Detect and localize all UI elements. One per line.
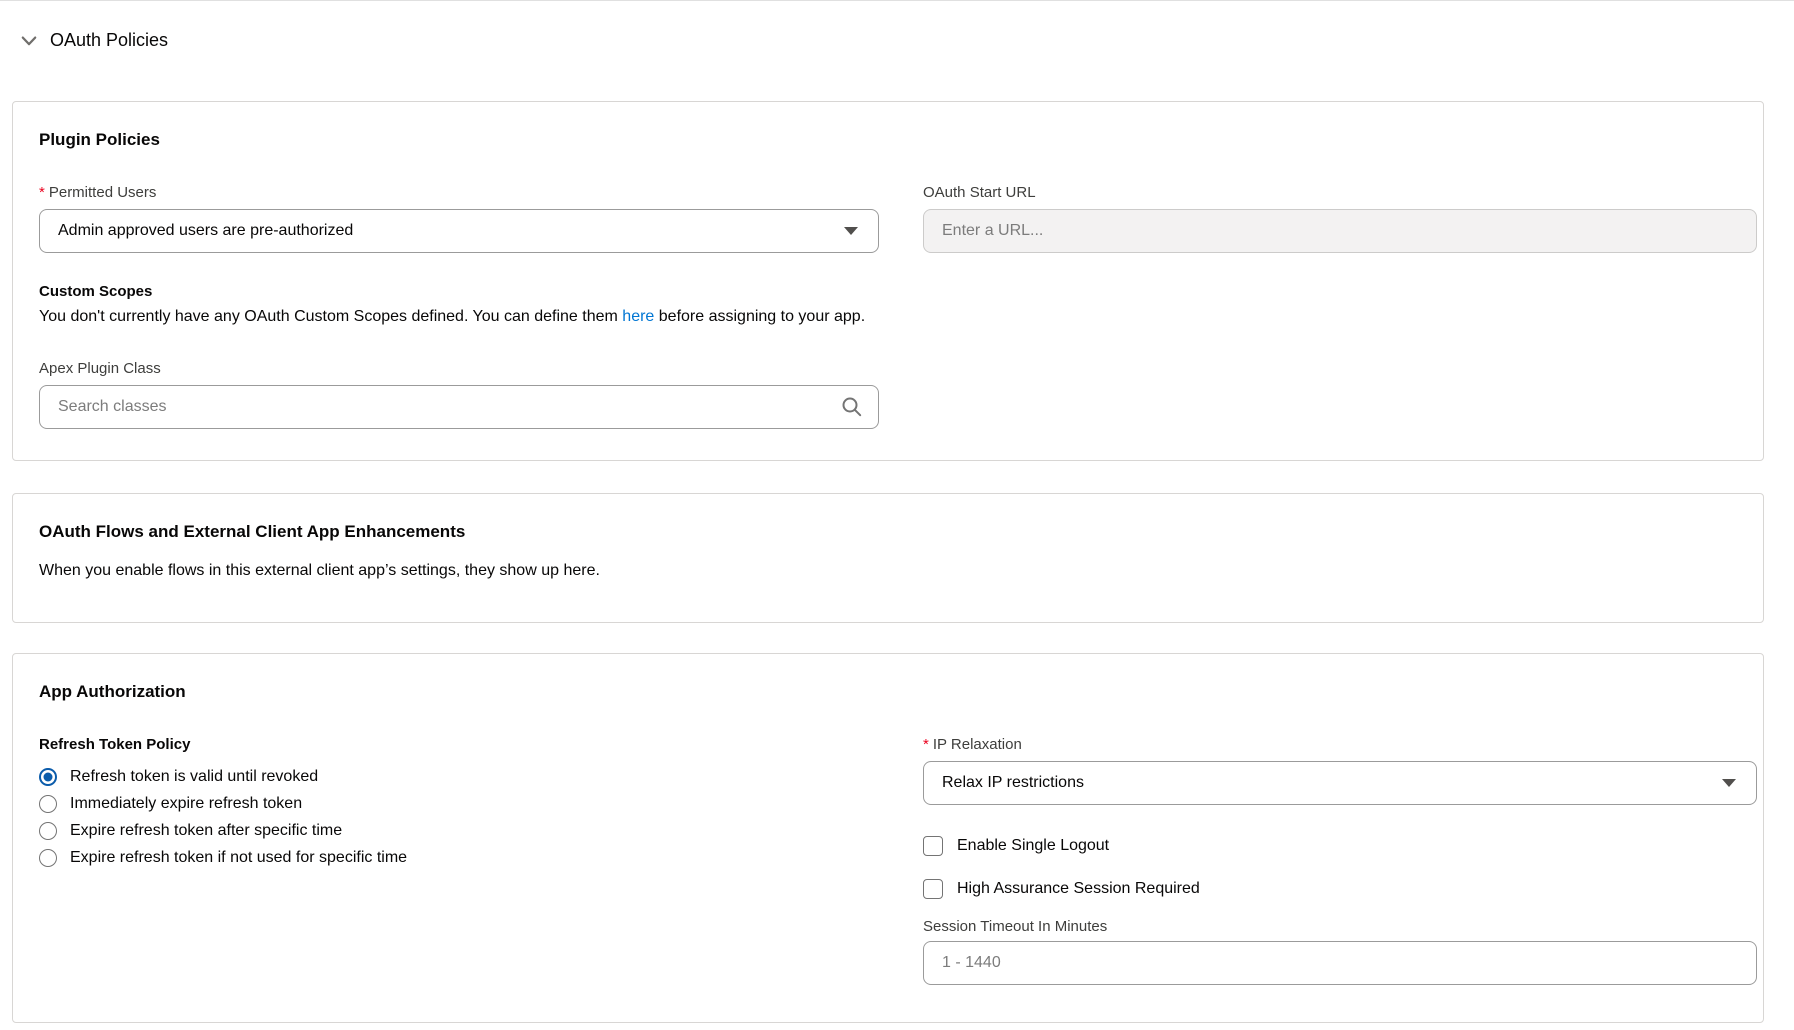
session-timeout-input[interactable] <box>923 941 1757 985</box>
plugin-policies-card: Plugin Policies *Permitted Users Admin a… <box>12 101 1764 461</box>
required-asterisk: * <box>923 736 929 753</box>
radio-selected-icon[interactable] <box>39 768 57 786</box>
ip-relaxation-select[interactable]: Relax IP restrictions <box>923 761 1757 805</box>
apex-plugin-class-label: Apex Plugin Class <box>39 360 879 377</box>
ip-relaxation-label: *IP Relaxation <box>923 736 1757 753</box>
enable-single-logout-option[interactable]: Enable Single Logout <box>923 832 1757 860</box>
apex-plugin-class-search-input[interactable] <box>39 385 879 429</box>
search-icon <box>841 396 863 418</box>
custom-scopes-heading: Custom Scopes <box>39 283 1757 300</box>
dropdown-caret-icon <box>1722 779 1736 787</box>
custom-scopes-text: You don't currently have any OAuth Custo… <box>39 308 1757 326</box>
oauth-start-url-label: OAuth Start URL <box>923 184 1757 201</box>
chevron-down-icon <box>20 32 38 50</box>
refresh-token-policy-label: Refresh Token Policy <box>39 736 879 753</box>
radio-option-immediately-expire[interactable]: Immediately expire refresh token <box>39 790 879 817</box>
permitted-users-label: *Permitted Users <box>39 184 879 201</box>
oauth-flows-heading: OAuth Flows and External Client App Enha… <box>39 522 1737 542</box>
custom-scopes-here-link[interactable]: here <box>622 308 654 325</box>
radio-option-expire-after-time[interactable]: Expire refresh token after specific time <box>39 817 879 844</box>
section-title: OAuth Policies <box>50 30 168 51</box>
ip-relaxation-value: Relax IP restrictions <box>942 774 1084 792</box>
oauth-start-url-input <box>923 209 1757 253</box>
session-timeout-label: Session Timeout In Minutes <box>923 918 1757 935</box>
high-assurance-session-option[interactable]: High Assurance Session Required <box>923 875 1757 903</box>
radio-unselected-icon[interactable] <box>39 822 57 840</box>
top-divider <box>0 0 1794 1</box>
radio-unselected-icon[interactable] <box>39 795 57 813</box>
app-authorization-card: App Authorization Refresh Token Policy R… <box>12 653 1764 1023</box>
refresh-token-policy-radio-group: Refresh token is valid until revoked Imm… <box>39 763 879 871</box>
app-authorization-heading: App Authorization <box>39 682 1757 702</box>
radio-unselected-icon[interactable] <box>39 849 57 867</box>
radio-option-expire-if-not-used[interactable]: Expire refresh token if not used for spe… <box>39 844 879 871</box>
oauth-flows-description: When you enable flows in this external c… <box>39 562 1737 580</box>
permitted-users-select[interactable]: Admin approved users are pre-authorized <box>39 209 879 253</box>
required-asterisk: * <box>39 184 45 201</box>
checkbox-unchecked-icon[interactable] <box>923 879 943 899</box>
oauth-policies-section-toggle[interactable]: OAuth Policies <box>0 0 1794 51</box>
oauth-flows-card: OAuth Flows and External Client App Enha… <box>12 493 1764 623</box>
permitted-users-value: Admin approved users are pre-authorized <box>58 222 353 240</box>
radio-option-valid-until-revoked[interactable]: Refresh token is valid until revoked <box>39 763 879 790</box>
checkbox-unchecked-icon[interactable] <box>923 836 943 856</box>
plugin-policies-heading: Plugin Policies <box>39 130 1757 150</box>
dropdown-caret-icon <box>844 227 858 235</box>
app-authorization-checkbox-group: Enable Single Logout High Assurance Sess… <box>923 832 1757 903</box>
